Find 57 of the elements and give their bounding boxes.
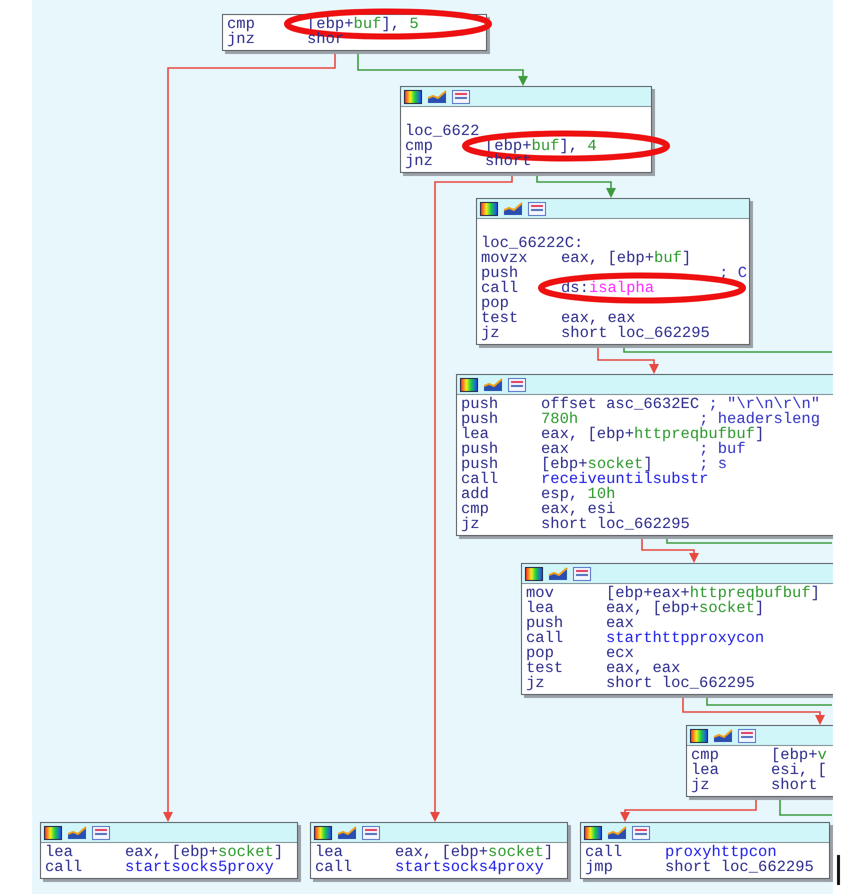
text-cursor [837, 855, 840, 885]
color-palette-icon[interactable] [690, 728, 708, 742]
code-line: call startsocks4proxy [315, 860, 545, 875]
list-icon[interactable] [573, 566, 591, 580]
code-line: jz short [691, 778, 819, 793]
code-line: call ds:isalpha [481, 281, 656, 296]
color-palette-icon[interactable] [480, 202, 498, 216]
list-icon[interactable] [632, 826, 650, 840]
graph-icon[interactable] [713, 728, 733, 742]
code-line: jmp short loc_662295 [585, 860, 815, 875]
graph-icon[interactable] [427, 90, 447, 104]
color-palette-icon[interactable] [44, 826, 62, 840]
color-palette-icon[interactable] [314, 826, 332, 840]
graph-icon[interactable] [483, 378, 503, 392]
list-icon[interactable] [452, 90, 470, 104]
code-line: jz short loc_662295 [526, 676, 756, 691]
code-line: pop [481, 296, 509, 311]
color-palette-icon[interactable] [404, 90, 422, 104]
graph-icon[interactable] [607, 826, 627, 840]
code-line: jz short loc_662295 [461, 517, 691, 532]
code-line: cmp eax, esi [461, 502, 616, 517]
code-line: mov [ebp+eax+httpreqbufbuf] [526, 586, 821, 601]
code-line: test eax, eax [481, 311, 636, 326]
code-line: lea esi, [ [691, 763, 828, 778]
code-line: call starthttpproxycon [526, 631, 766, 646]
list-icon[interactable] [92, 826, 110, 840]
list-icon[interactable] [362, 826, 380, 840]
code-line: push eax [526, 616, 634, 631]
graph-icon[interactable] [337, 826, 357, 840]
code-line: call receiveuntilsubstr [461, 472, 710, 487]
code-line: push offset asc_6632EC ; "\r\n\r\n" [461, 397, 822, 412]
color-palette-icon[interactable] [584, 826, 602, 840]
color-palette-icon[interactable] [525, 566, 543, 580]
code-line: jz short loc_662295 [481, 326, 711, 341]
graph-icon[interactable] [548, 566, 568, 580]
code-line: push 780h ; headersleng [461, 412, 822, 427]
code-line: lea eax, [ebp+socket] [45, 845, 284, 860]
code-label: loc_6622 [405, 124, 480, 139]
graph-icon[interactable] [503, 202, 523, 216]
code-line: test eax, eax [526, 661, 680, 676]
code-line: lea eax, [ebp+httpreqbufbuf] [461, 427, 764, 442]
color-palette-icon[interactable] [460, 378, 478, 392]
graph-icon[interactable] [67, 826, 87, 840]
code-line: call proxyhttpcon [585, 845, 777, 860]
code-line: movzx eax, [ebp+buf] [481, 251, 692, 266]
code-line: cmp [ebp+v [691, 748, 828, 763]
code-label: loc_66222C: [481, 236, 584, 251]
code-line: pop ecx [526, 646, 634, 661]
list-icon[interactable] [508, 378, 526, 392]
list-icon[interactable] [528, 202, 546, 216]
code-line: push eax ; buf [461, 442, 746, 457]
code-line: add esp, 10h [461, 487, 616, 502]
code-line: lea eax, [ebp+socket] [526, 601, 764, 616]
code-line: call startsocks5proxy [45, 860, 275, 875]
code-line: push [ebp+socket] ; s [461, 457, 728, 472]
list-icon[interactable] [738, 728, 756, 742]
code-line: lea eax, [ebp+socket] [315, 845, 554, 860]
